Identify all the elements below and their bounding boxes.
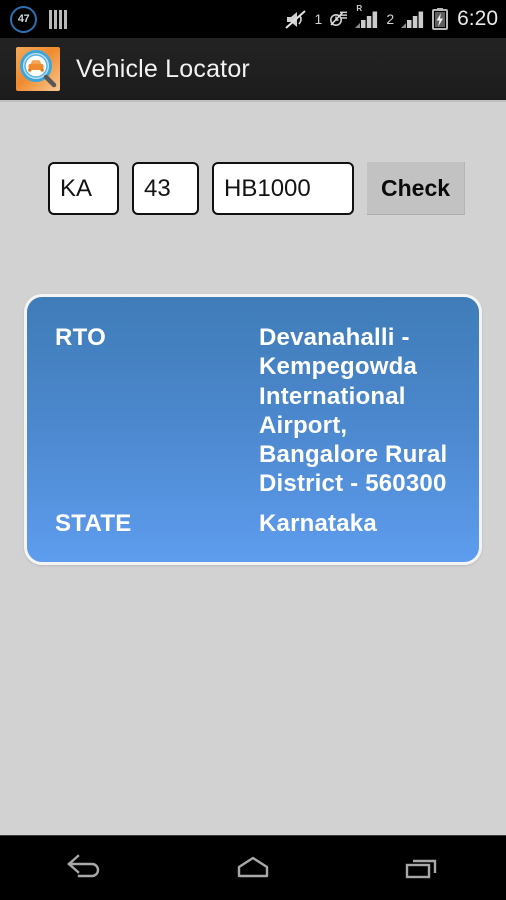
battery-charging-icon — [432, 8, 449, 30]
home-icon — [237, 856, 269, 878]
search-row: Check — [48, 162, 466, 215]
roaming-label: R — [356, 4, 363, 13]
navigation-bar — [0, 835, 506, 900]
result-label-state: STATE — [55, 509, 132, 537]
phone-screen: 47 1 R 2 6:20 Vehicle Locator KA 43 HB10… — [0, 0, 506, 900]
result-value-rto: Devanahalli - Kempegowda International A… — [259, 324, 448, 498]
status-bar: 47 1 R 2 6:20 — [0, 0, 506, 38]
home-button[interactable] — [198, 836, 308, 900]
status-bar-right: 1 R 2 6:20 — [284, 5, 498, 31]
result-label-rto: RTO — [55, 324, 107, 351]
result-card: RTO Devanahalli - Kempegowda Internation… — [24, 294, 482, 565]
page-title: Vehicle Locator — [76, 54, 250, 83]
back-button[interactable] — [29, 836, 139, 900]
sim1-label: 1 — [314, 11, 323, 27]
result-row-rto: RTO Devanahalli - Kempegowda Internation… — [55, 323, 457, 499]
sim2-label: 2 — [386, 11, 395, 27]
volume-muted-icon — [284, 9, 306, 29]
registration-number-input[interactable] — [212, 162, 354, 215]
equalizer-bars-icon — [49, 9, 67, 29]
action-bar: Vehicle Locator — [0, 38, 506, 102]
signal-bars-roaming-icon: R — [355, 5, 379, 29]
signal-bars-icon — [401, 11, 424, 28]
status-bar-clock: 6:20 — [457, 7, 498, 30]
status-bar-left: 47 — [10, 5, 67, 33]
alarm-off-icon — [330, 10, 348, 26]
result-row-state: STATE Karnataka — [55, 509, 457, 538]
check-button[interactable]: Check — [367, 162, 466, 215]
result-value-state: Karnataka — [259, 509, 377, 537]
district-code-input[interactable] — [132, 162, 199, 215]
notification-count-icon: 47 — [10, 5, 37, 33]
recent-apps-button[interactable] — [367, 836, 477, 900]
main-content: Check RTO Devanahalli - Kempegowda Inter… — [0, 104, 506, 836]
recent-apps-icon — [405, 859, 436, 879]
notification-count-label: 47 — [17, 13, 30, 25]
back-icon — [67, 854, 100, 878]
vehicle-locator-app-icon — [16, 47, 60, 91]
state-code-input[interactable] — [48, 162, 119, 215]
